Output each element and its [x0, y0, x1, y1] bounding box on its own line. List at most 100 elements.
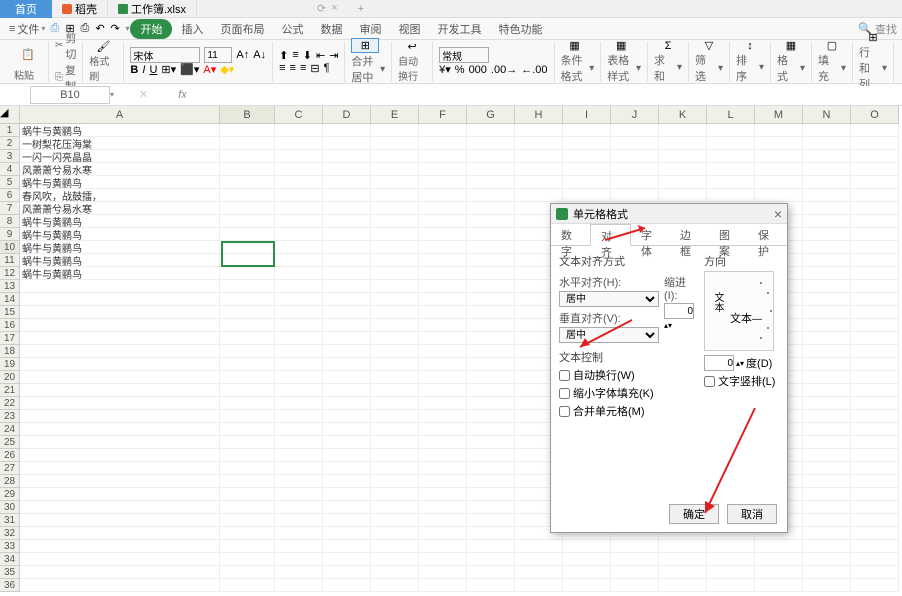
- sum-button[interactable]: Σ: [654, 40, 682, 52]
- cell[interactable]: [755, 189, 803, 202]
- qat-dropdown[interactable]: ▾: [125, 24, 129, 33]
- cell[interactable]: [467, 241, 515, 254]
- cell[interactable]: [323, 202, 371, 215]
- menu-pagelayout[interactable]: 页面布局: [212, 18, 272, 40]
- cell[interactable]: 蜗牛与黄鹂鸟: [20, 267, 220, 280]
- col-header-K[interactable]: K: [659, 106, 707, 124]
- cell[interactable]: [20, 423, 220, 436]
- cell[interactable]: [611, 553, 659, 566]
- cell[interactable]: [707, 579, 755, 592]
- cell[interactable]: [419, 293, 467, 306]
- cell[interactable]: [371, 215, 419, 228]
- cell[interactable]: [659, 124, 707, 137]
- vertical-text-checkbox[interactable]: [704, 376, 715, 387]
- cell[interactable]: [803, 371, 851, 384]
- cell[interactable]: [323, 137, 371, 150]
- cell[interactable]: [20, 280, 220, 293]
- cell[interactable]: [755, 579, 803, 592]
- cell[interactable]: [611, 150, 659, 163]
- cell[interactable]: [707, 124, 755, 137]
- cell[interactable]: [20, 371, 220, 384]
- cell[interactable]: [419, 124, 467, 137]
- cell[interactable]: [467, 228, 515, 241]
- cell[interactable]: [419, 501, 467, 514]
- cell[interactable]: [707, 137, 755, 150]
- cell[interactable]: [707, 163, 755, 176]
- cell[interactable]: [275, 124, 323, 137]
- cell[interactable]: [515, 553, 563, 566]
- cell[interactable]: [851, 358, 899, 371]
- cell[interactable]: [20, 488, 220, 501]
- currency-icon[interactable]: ¥▾: [439, 63, 451, 76]
- cell[interactable]: [563, 540, 611, 553]
- cell[interactable]: [275, 332, 323, 345]
- cell[interactable]: [371, 553, 419, 566]
- cell[interactable]: [20, 527, 220, 540]
- cell[interactable]: [803, 514, 851, 527]
- select-all-corner[interactable]: ◢: [0, 106, 20, 124]
- cell[interactable]: [275, 176, 323, 189]
- font-color-button[interactable]: A▾: [203, 63, 216, 76]
- row-header[interactable]: 32: [0, 527, 20, 540]
- decrease-font-icon[interactable]: A↓: [253, 49, 266, 61]
- cell[interactable]: [707, 540, 755, 553]
- cell[interactable]: [755, 150, 803, 163]
- cell[interactable]: [20, 540, 220, 553]
- row-header[interactable]: 35: [0, 566, 20, 579]
- cell[interactable]: [467, 540, 515, 553]
- cell[interactable]: [323, 358, 371, 371]
- cell[interactable]: [220, 241, 275, 254]
- cell[interactable]: [755, 176, 803, 189]
- cell[interactable]: [275, 202, 323, 215]
- cell[interactable]: [220, 319, 275, 332]
- cell[interactable]: [20, 462, 220, 475]
- cell[interactable]: [220, 436, 275, 449]
- cell[interactable]: [371, 202, 419, 215]
- cell[interactable]: [467, 579, 515, 592]
- cell[interactable]: [371, 254, 419, 267]
- cell[interactable]: [851, 384, 899, 397]
- cell[interactable]: [20, 332, 220, 345]
- cell[interactable]: [323, 319, 371, 332]
- cell[interactable]: [467, 345, 515, 358]
- col-header-N[interactable]: N: [803, 106, 851, 124]
- indent-decrease-icon[interactable]: ⇤: [316, 49, 325, 62]
- row-header[interactable]: 28: [0, 475, 20, 488]
- cell[interactable]: [371, 228, 419, 241]
- cell[interactable]: [275, 306, 323, 319]
- cell[interactable]: [851, 566, 899, 579]
- cell[interactable]: [275, 540, 323, 553]
- cell[interactable]: [323, 410, 371, 423]
- row-header[interactable]: 15: [0, 306, 20, 319]
- name-box[interactable]: [30, 86, 110, 104]
- cell[interactable]: [275, 514, 323, 527]
- row-header[interactable]: 33: [0, 540, 20, 553]
- cell[interactable]: [563, 137, 611, 150]
- highlight-button[interactable]: ◆▾: [220, 63, 234, 76]
- cell[interactable]: [220, 332, 275, 345]
- cell[interactable]: [659, 579, 707, 592]
- row-header[interactable]: 20: [0, 371, 20, 384]
- cell[interactable]: [659, 137, 707, 150]
- cell[interactable]: [707, 566, 755, 579]
- cell[interactable]: [467, 397, 515, 410]
- cell[interactable]: [467, 449, 515, 462]
- cell[interactable]: [275, 293, 323, 306]
- col-header-F[interactable]: F: [419, 106, 467, 124]
- cell[interactable]: [755, 137, 803, 150]
- cell[interactable]: [371, 514, 419, 527]
- cell[interactable]: [323, 163, 371, 176]
- cell[interactable]: [275, 384, 323, 397]
- cell[interactable]: [20, 475, 220, 488]
- cell[interactable]: [755, 124, 803, 137]
- name-box-dropdown[interactable]: ▾: [110, 90, 114, 99]
- indent-spinner[interactable]: ▴▾: [664, 321, 672, 330]
- cell[interactable]: [220, 293, 275, 306]
- cell[interactable]: [323, 566, 371, 579]
- tab-workbook[interactable]: 工作簿.xlsx: [108, 0, 197, 18]
- wrap-text-button[interactable]: ↩: [398, 40, 426, 53]
- cell[interactable]: [851, 215, 899, 228]
- cell[interactable]: [275, 189, 323, 202]
- cell[interactable]: [323, 267, 371, 280]
- cell[interactable]: [467, 423, 515, 436]
